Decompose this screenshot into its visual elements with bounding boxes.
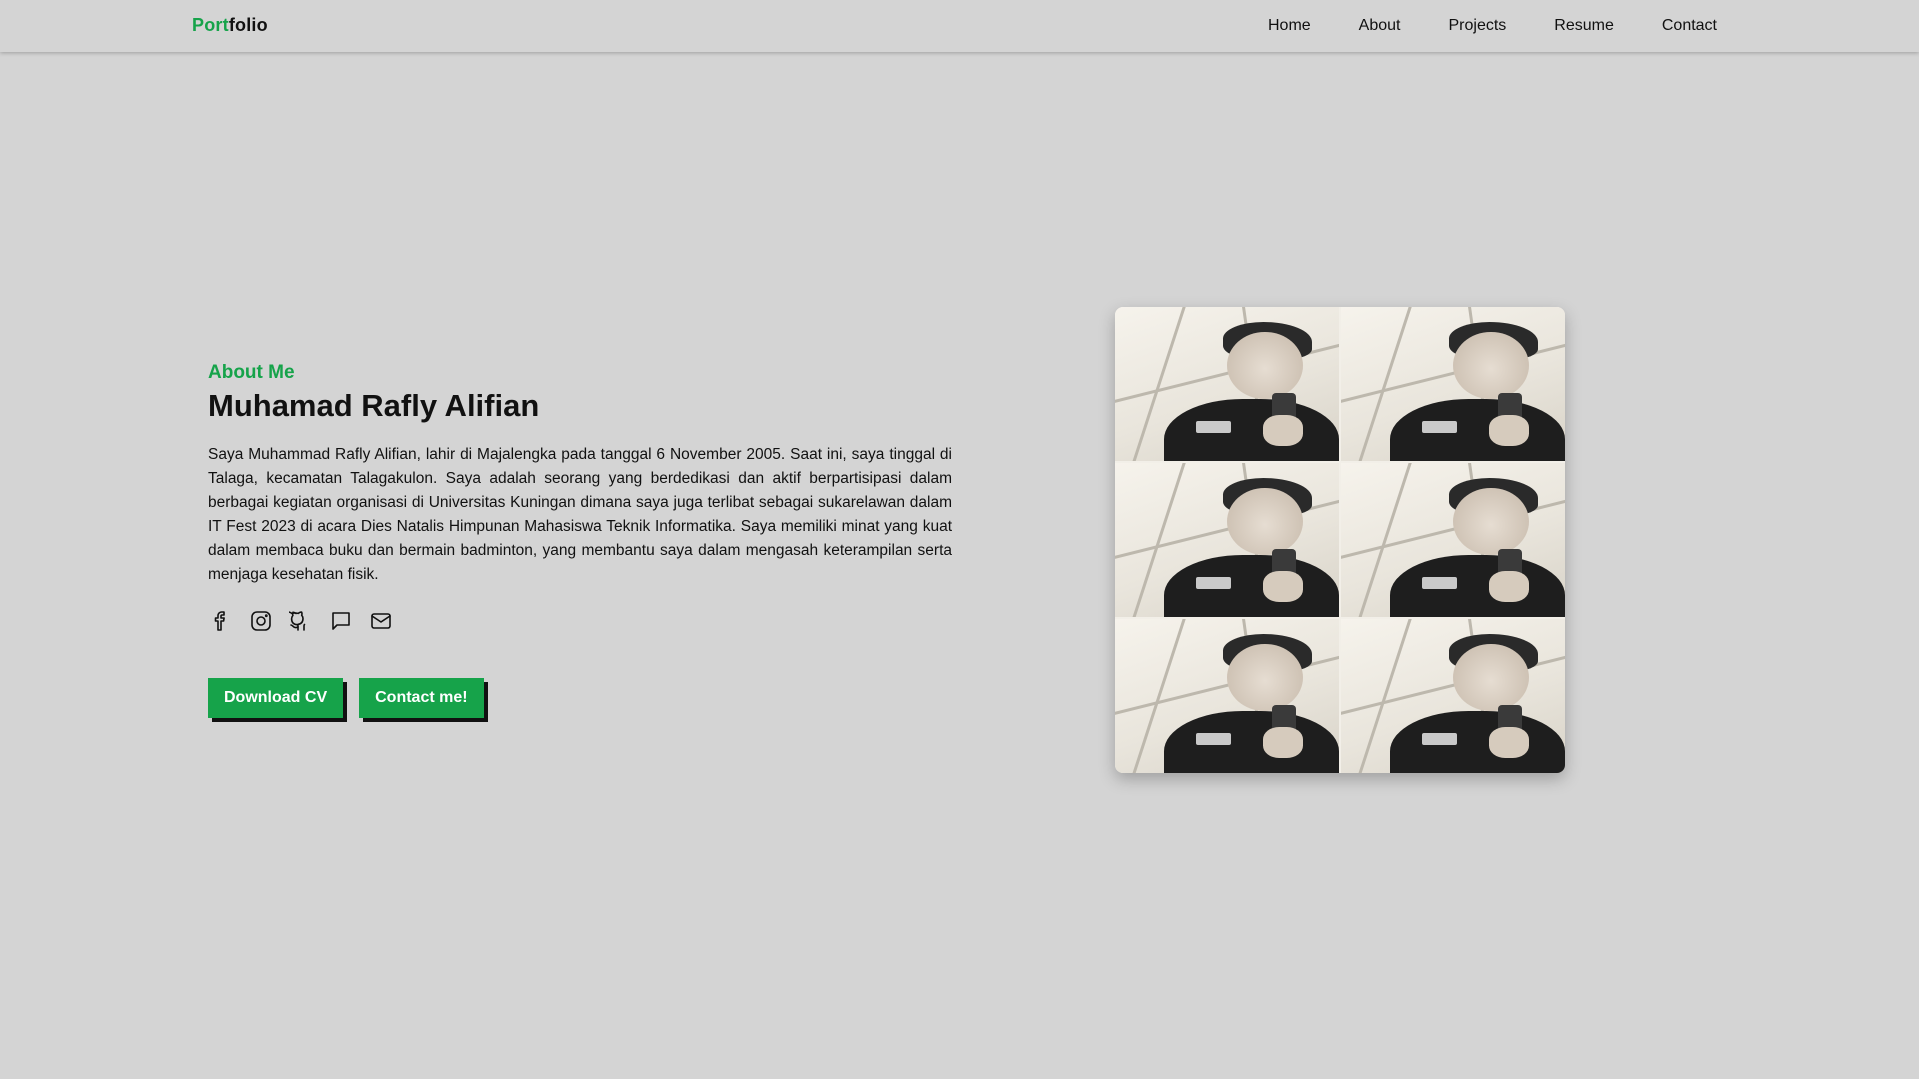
nav-contact[interactable]: Contact xyxy=(1662,17,1717,35)
photo-tile xyxy=(1115,463,1339,617)
person-name: Muhamad Rafly Alifian xyxy=(208,388,540,423)
nav-resume[interactable]: Resume xyxy=(1554,17,1614,35)
chat-icon[interactable] xyxy=(328,608,354,634)
photo-tile xyxy=(1115,307,1339,461)
mail-icon[interactable] xyxy=(368,608,394,634)
photo-tile xyxy=(1341,619,1565,773)
download-cv-button[interactable]: Download CV xyxy=(208,678,344,718)
profile-photo-collage xyxy=(1115,307,1565,773)
github-icon[interactable] xyxy=(288,608,314,634)
brand-accent: Port xyxy=(192,15,229,35)
nav-home[interactable]: Home xyxy=(1268,17,1311,35)
instagram-icon[interactable] xyxy=(248,608,274,634)
about-section: About Me Muhamad Rafly Alifian Saya Muha… xyxy=(208,362,952,718)
facebook-icon[interactable] xyxy=(208,608,234,634)
social-links xyxy=(208,608,952,634)
nav-links: Home About Projects Resume Contact xyxy=(1268,0,1717,52)
action-buttons: Download CV Contact me! xyxy=(208,678,952,718)
section-eyebrow: About Me xyxy=(208,362,295,383)
nav-about[interactable]: About xyxy=(1359,17,1401,35)
photo-tile xyxy=(1341,307,1565,461)
photo-tile xyxy=(1341,463,1565,617)
nav-projects[interactable]: Projects xyxy=(1448,17,1506,35)
brand-rest: folio xyxy=(228,15,268,35)
navbar: Portfolio Home About Projects Resume Con… xyxy=(0,0,1919,52)
photo-tile xyxy=(1115,619,1339,773)
bio-paragraph: Saya Muhammad Rafly Alifian, lahir di Ma… xyxy=(208,446,952,583)
contact-me-button[interactable]: Contact me! xyxy=(359,678,484,718)
brand-logo[interactable]: Portfolio xyxy=(192,15,268,36)
